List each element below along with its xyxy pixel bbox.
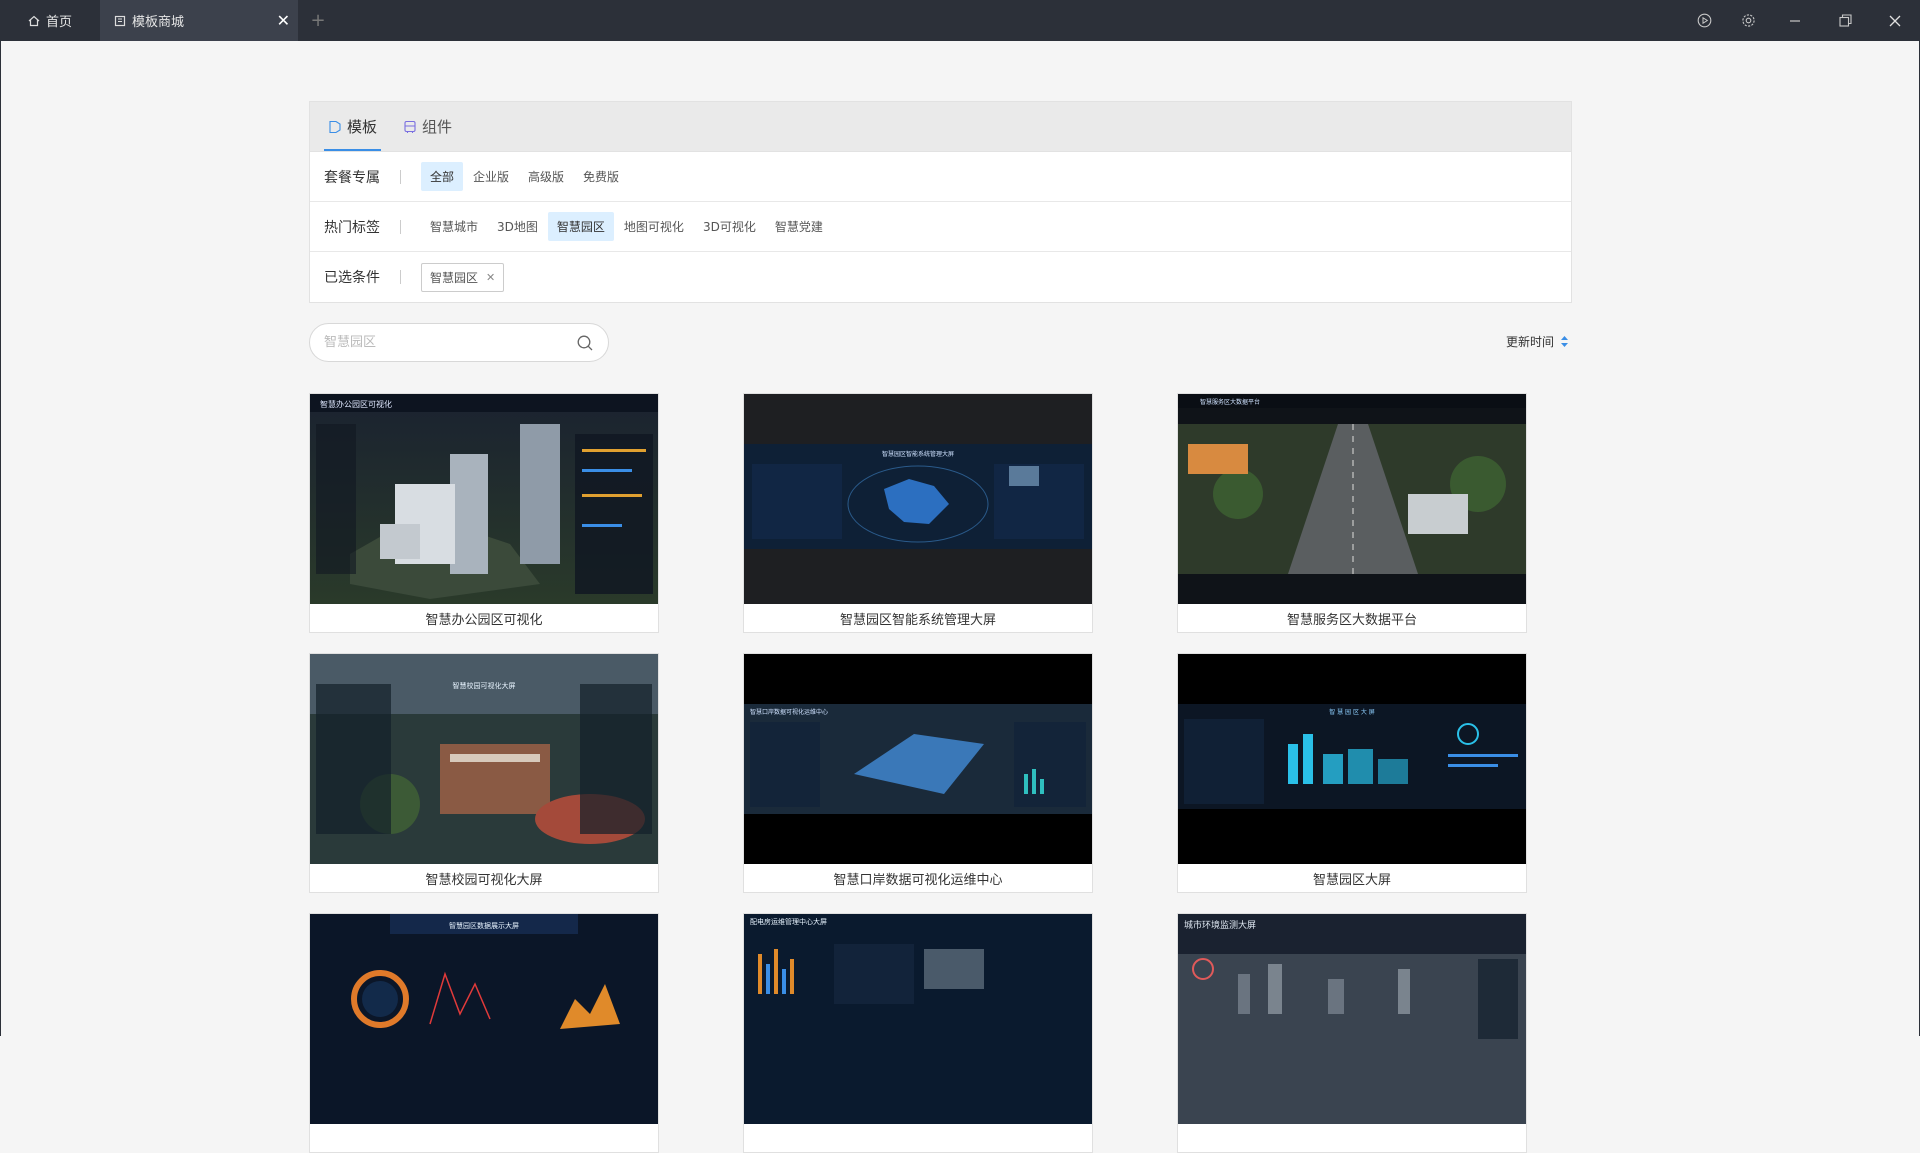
panel-tabs: 模板 组件 bbox=[310, 102, 1571, 152]
close-window-button[interactable] bbox=[1870, 0, 1920, 41]
template-thumbnail: 智慧办公园区可视化 bbox=[310, 394, 658, 604]
hot-tags-label: 热门标签 bbox=[324, 219, 380, 236]
thumb-title: 智慧园区智能系统管理大屏 bbox=[882, 450, 954, 458]
sort-arrows-icon bbox=[1561, 336, 1569, 347]
template-card[interactable]: 配电房运维管理中心大屏 bbox=[743, 913, 1093, 1153]
package-option-all[interactable]: 全部 bbox=[421, 162, 464, 191]
close-tab-icon[interactable]: ✕ bbox=[277, 11, 290, 30]
template-card[interactable]: 智 慧 园 区 大 屏 智慧园区大屏 bbox=[1177, 653, 1527, 893]
template-thumbnail: 智慧口岸数据可视化运维中心 bbox=[744, 654, 1092, 864]
template-card[interactable]: 智慧口岸数据可视化运维中心 智慧口岸数据可视化运维中心 bbox=[743, 653, 1093, 893]
home-icon bbox=[28, 15, 40, 26]
template-title: 智慧服务区大数据平台 bbox=[1286, 612, 1417, 628]
play-button[interactable] bbox=[1682, 0, 1726, 41]
tag-map-visualization[interactable]: 地图可视化 bbox=[615, 212, 693, 241]
tag-smart-city[interactable]: 智慧城市 bbox=[421, 212, 487, 241]
thumb-title: 智慧口岸数据可视化运维中心 bbox=[750, 708, 828, 716]
template-card[interactable]: 智慧服务区大数据平台 智慧服务区大数据平台 bbox=[1177, 393, 1527, 633]
tab-template-store[interactable]: 模板商城 ✕ bbox=[100, 0, 298, 41]
template-title: 智慧校园可视化大屏 bbox=[425, 872, 543, 888]
template-thumbnail: 智慧校园可视化大屏 bbox=[310, 654, 658, 864]
filter-panel: 模板 组件 套餐专属 全部 企业版 高级版 免费版 热门标签 智慧城市 3D地图… bbox=[309, 101, 1572, 303]
package-filter-row: 套餐专属 全部 企业版 高级版 免费版 bbox=[310, 152, 1571, 202]
close-icon bbox=[1889, 15, 1901, 26]
tag-3d-map[interactable]: 3D地图 bbox=[488, 212, 547, 241]
divider bbox=[400, 219, 401, 234]
template-title: 智慧办公园区可视化 bbox=[425, 612, 543, 628]
search-icon[interactable] bbox=[576, 334, 594, 352]
package-option-enterprise[interactable]: 企业版 bbox=[464, 162, 518, 191]
template-thumbnail: 智慧服务区大数据平台 bbox=[1178, 394, 1526, 604]
thumb-title: 城市环境监测大屏 bbox=[1184, 919, 1256, 931]
selected-conditions-label: 已选条件 bbox=[324, 270, 380, 286]
template-thumbnail: 智慧园区数据展示大屏 bbox=[310, 914, 658, 1124]
search-input[interactable] bbox=[324, 335, 576, 350]
tab-templates-label: 模板 bbox=[347, 118, 378, 136]
selected-conditions-row: 已选条件 智慧园区 ✕ bbox=[310, 252, 1571, 302]
template-card[interactable]: 城市环境监测大屏 bbox=[1177, 913, 1527, 1153]
hot-tags-row: 热门标签 智慧城市 3D地图 智慧园区 地图可视化 3D可视化 智慧党建 bbox=[310, 202, 1571, 252]
thumb-title: 智慧校园可视化大屏 bbox=[453, 681, 516, 690]
gear-icon bbox=[1741, 14, 1755, 27]
package-option-advanced[interactable]: 高级版 bbox=[519, 162, 573, 191]
search-box bbox=[309, 323, 609, 362]
template-title: 智慧口岸数据可视化运维中心 bbox=[833, 872, 1003, 888]
template-thumbnail: 智 慧 园 区 大 屏 bbox=[1178, 654, 1526, 864]
tab-home[interactable]: 首页 bbox=[0, 0, 100, 41]
tab-template-store-label: 模板商城 bbox=[132, 15, 185, 30]
template-thumbnail: 智慧园区智能系统管理大屏 bbox=[744, 394, 1092, 604]
tag-smart-party[interactable]: 智慧党建 bbox=[766, 212, 832, 241]
template-title: 智慧园区大屏 bbox=[1312, 872, 1391, 888]
thumb-title: 配电房运维管理中心大屏 bbox=[750, 917, 827, 926]
minimize-button[interactable] bbox=[1770, 0, 1820, 41]
tag-smart-park[interactable]: 智慧园区 bbox=[547, 212, 614, 241]
divider bbox=[400, 270, 401, 284]
template-thumbnail: 配电房运维管理中心大屏 bbox=[744, 914, 1092, 1124]
tag-icon bbox=[329, 120, 341, 133]
template-card[interactable]: 智慧园区智能系统管理大屏 智慧园区智能系统管理大屏 bbox=[743, 393, 1093, 633]
selected-tag-label: 智慧园区 bbox=[430, 270, 479, 285]
tab-components-label: 组件 bbox=[422, 118, 453, 136]
template-thumbnail: 城市环境监测大屏 bbox=[1178, 914, 1526, 1124]
template-card[interactable]: 智慧校园可视化大屏 智慧校园可视化大屏 bbox=[309, 653, 659, 893]
title-bar: 首页 模板商城 ✕ + bbox=[0, 0, 1920, 41]
sort-label: 更新时间 bbox=[1506, 335, 1555, 349]
template-card[interactable]: 智慧办公园区可视化 智慧办公园区可视化 bbox=[309, 393, 659, 633]
restore-icon bbox=[1838, 14, 1852, 27]
remove-tag-icon[interactable]: ✕ bbox=[486, 271, 495, 284]
thumb-title: 智 慧 园 区 大 屏 bbox=[1329, 708, 1375, 716]
tag-3d-visualization[interactable]: 3D可视化 bbox=[694, 212, 765, 241]
play-icon bbox=[1697, 13, 1711, 28]
settings-button[interactable] bbox=[1726, 0, 1770, 41]
thumb-title: 智慧服务区大数据平台 bbox=[1200, 398, 1260, 406]
store-icon bbox=[114, 15, 126, 26]
add-tab-button[interactable]: + bbox=[298, 0, 338, 41]
package-option-free[interactable]: 免费版 bbox=[574, 162, 628, 191]
divider bbox=[400, 169, 401, 184]
tab-home-label: 首页 bbox=[46, 15, 73, 30]
template-title: 智慧园区智能系统管理大屏 bbox=[839, 612, 996, 628]
thumb-title: 智慧园区数据展示大屏 bbox=[449, 921, 519, 930]
tab-components[interactable]: 组件 bbox=[399, 102, 456, 151]
restore-button[interactable] bbox=[1820, 0, 1870, 41]
sort-by-update-time[interactable]: 更新时间 bbox=[1506, 333, 1569, 350]
window-controls bbox=[1682, 0, 1920, 41]
tab-templates[interactable]: 模板 bbox=[324, 102, 382, 151]
template-card[interactable]: 智慧园区数据展示大屏 bbox=[309, 913, 659, 1153]
selected-tag: 智慧园区 ✕ bbox=[421, 262, 505, 292]
minimize-icon bbox=[1790, 19, 1800, 22]
thumb-title: 智慧办公园区可视化 bbox=[320, 399, 392, 409]
package-filter-label: 套餐专属 bbox=[324, 169, 380, 186]
window-frame-left bbox=[0, 41, 1, 1036]
component-icon bbox=[404, 120, 416, 133]
